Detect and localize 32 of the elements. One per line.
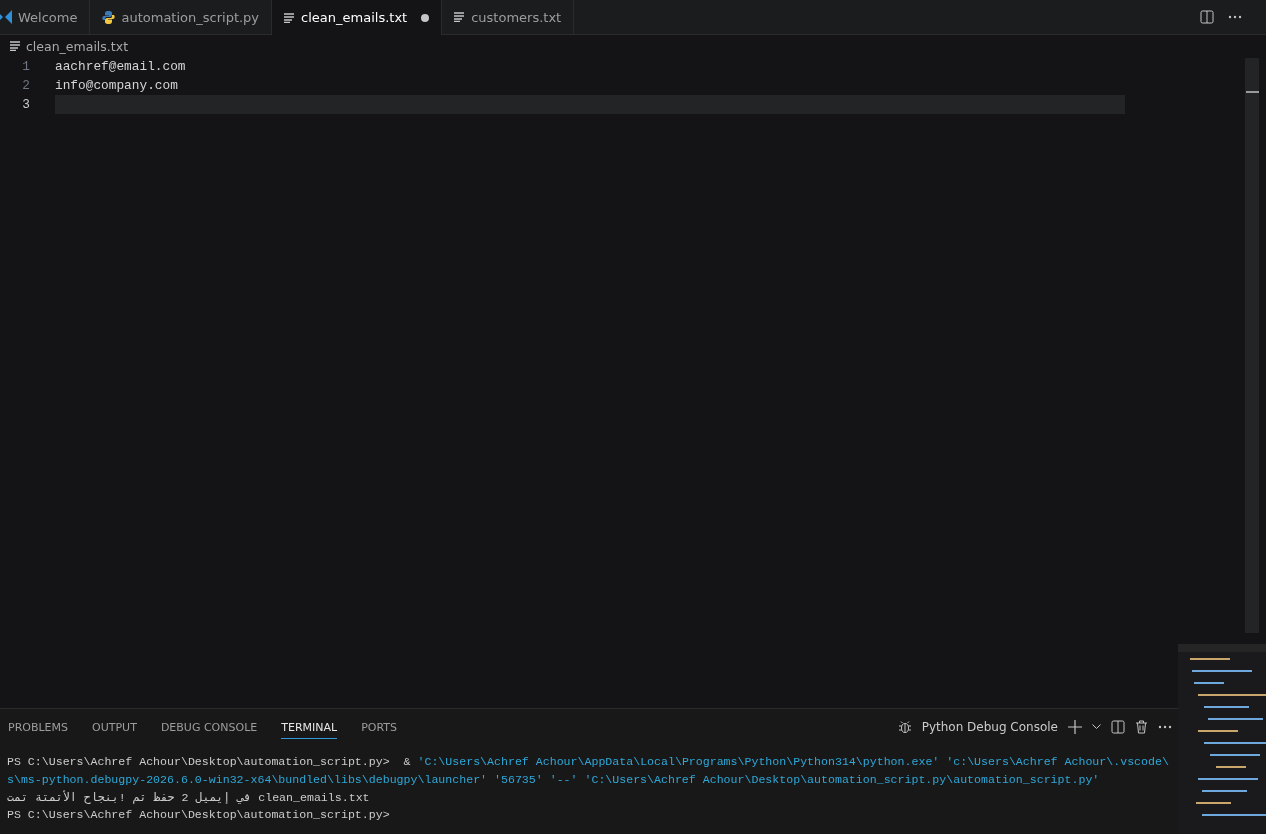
chevron-down-icon[interactable] bbox=[1092, 724, 1101, 730]
panel-tab[interactable]: PORTS bbox=[361, 715, 397, 739]
editor-tab[interactable]: Welcome bbox=[0, 0, 91, 34]
python-icon bbox=[102, 10, 116, 24]
more-icon[interactable] bbox=[1158, 725, 1172, 729]
code-line: info@company.com bbox=[55, 77, 179, 95]
text-file-icon bbox=[10, 41, 21, 51]
breadcrumb-item[interactable]: clean_emails.txt bbox=[26, 38, 129, 54]
terminal-text: 'C:\Users\Achref Achour\AppData\Local\Programs\Python\Python314\python.exe' 'c:\Users\Achref Achour\.vscode\ bbox=[417, 755, 1169, 769]
split-terminal-icon[interactable] bbox=[1111, 720, 1125, 734]
line-number: 1 bbox=[21, 59, 30, 74]
split-editor-icon[interactable] bbox=[1200, 10, 1214, 24]
line-number: 3 bbox=[21, 97, 30, 112]
panel-tab[interactable]: DEBUG CONSOLE bbox=[160, 715, 258, 739]
code-line: aachref@email.com bbox=[55, 58, 187, 76]
panel-tab[interactable]: PROBLEMS bbox=[8, 715, 69, 739]
plus-icon[interactable] bbox=[1068, 720, 1082, 734]
terminal-name[interactable]: Python Debug Console bbox=[921, 720, 1058, 734]
panel-tab[interactable]: TERMINAL bbox=[281, 715, 338, 739]
panel-tab[interactable]: OUTPUT bbox=[92, 715, 137, 739]
terminal-text: s\ms-python.debugpy-2026.6.0-win32-x64\bundled\libs\debugpy\launcher' '56735' '--' 'C:\Users\Achref Achour\Desktop\automation_script.py\automation_script.py' bbox=[7, 772, 1100, 786]
bug-icon bbox=[897, 720, 912, 734]
scrollbar[interactable] bbox=[1245, 58, 1259, 633]
terminal-prompt: PS C:\Users\Achref Achour\Desktop\automation_script.py> bbox=[7, 807, 390, 821]
code-logo-icon bbox=[0, 9, 12, 25]
line-number: 2 bbox=[21, 78, 30, 93]
more-icon[interactable] bbox=[1228, 15, 1242, 19]
text-file-icon bbox=[284, 12, 296, 23]
editor-tab[interactable]: clean_emails.txt bbox=[272, 0, 443, 35]
trash-icon[interactable] bbox=[1135, 720, 1148, 734]
terminal-prompt: PS C:\Users\Achref Achour\Desktop\automation_script.py> & bbox=[7, 755, 412, 769]
text-file-icon bbox=[454, 12, 466, 22]
